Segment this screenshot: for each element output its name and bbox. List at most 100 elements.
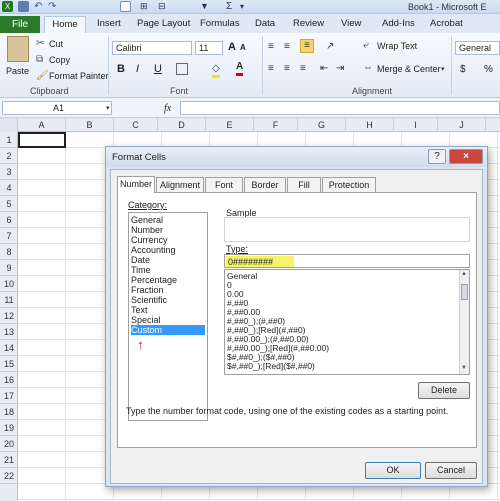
close-button[interactable]: × [449,149,483,164]
row-header[interactable]: 6 [0,212,18,228]
category-item[interactable]: Date [131,255,205,265]
merge-center-icon[interactable]: ⇔ [363,62,373,74]
tab-formulas[interactable]: Formulas [200,18,240,29]
help-button[interactable]: ? [428,149,446,164]
increase-indent-icon[interactable]: ⇥ [336,63,344,75]
tab-alignment[interactable]: Alignment [156,177,204,193]
row-header[interactable]: 22 [0,468,18,484]
column-header[interactable]: G [298,118,346,132]
row-header[interactable]: 7 [0,228,18,244]
cut-icon[interactable]: ✂ [36,38,44,50]
merge-dropdown-icon[interactable]: ▾ [441,64,445,76]
align-left-icon[interactable]: ≡ [268,63,274,75]
wrap-text-button[interactable]: Wrap Text [377,41,417,51]
row-header[interactable]: 13 [0,324,18,340]
scroll-down-icon[interactable]: ▼ [461,365,467,371]
category-item[interactable]: Scientific [131,295,205,305]
category-item[interactable]: Time [131,265,205,275]
tab-file[interactable]: File [0,16,40,33]
qat-form-icon[interactable] [120,1,131,12]
column-header[interactable]: C [114,118,158,132]
bold-button[interactable]: B [117,63,125,75]
autosum-icon[interactable]: Σ [226,1,237,12]
format-list-scrollbar[interactable]: ▲ ▼ [459,270,469,374]
column-header[interactable]: E [206,118,254,132]
category-item[interactable]: Number [131,225,205,235]
dialog-title-bar[interactable]: Format Cells ? × [106,147,487,167]
column-header[interactable]: B [66,118,114,132]
decrease-indent-icon[interactable]: ⇤ [320,63,328,75]
row-header[interactable]: 18 [0,404,18,420]
grow-font-button[interactable]: A [228,41,236,53]
ok-button[interactable]: OK [365,462,421,479]
row-header[interactable]: 9 [0,260,18,276]
row-header[interactable]: 11 [0,292,18,308]
redo-icon[interactable]: ↷ [48,1,59,12]
align-center-icon[interactable]: ≡ [284,63,290,75]
save-icon[interactable] [18,1,29,12]
row-header[interactable]: 16 [0,372,18,388]
fill-color-icon[interactable]: ◇ [212,63,220,78]
row-header[interactable]: 1 [0,132,18,148]
category-item[interactable]: General [131,215,205,225]
paste-icon[interactable] [7,36,29,62]
category-item[interactable]: Currency [131,235,205,245]
orientation-icon[interactable]: ↗ [326,41,334,53]
column-header[interactable]: H [346,118,394,132]
row-header[interactable]: 20 [0,436,18,452]
tab-home[interactable]: Home [44,16,86,34]
select-all-corner[interactable] [0,118,18,132]
column-header[interactable]: J [438,118,486,132]
tab-add-ins[interactable]: Add-Ins [382,18,415,29]
row-header[interactable]: 15 [0,356,18,372]
font-name-box[interactable]: Calibri [112,41,192,55]
qat-insert-icon[interactable]: ⊞ [140,1,151,12]
underline-button[interactable]: U [154,63,162,75]
tab-protection[interactable]: Protection [322,177,376,193]
category-item[interactable]: Text [131,305,205,315]
delete-button[interactable]: Delete [418,382,470,399]
category-item[interactable]: Fraction [131,285,205,295]
number-format-box[interactable]: General [455,41,500,55]
percent-button[interactable]: % [484,64,493,75]
row-header[interactable]: 12 [0,308,18,324]
column-header[interactable]: D [158,118,206,132]
name-box[interactable]: A1 [2,101,112,115]
row-header[interactable]: 10 [0,276,18,292]
category-item[interactable]: Special [131,315,205,325]
currency-button[interactable]: $ [460,64,466,75]
tab-border[interactable]: Border [244,177,286,193]
tab-review[interactable]: Review [293,18,324,29]
insert-function-button[interactable]: fx [164,103,171,114]
category-list[interactable]: General Number Currency Accounting Date … [128,212,208,421]
shrink-font-button[interactable]: A [240,43,246,52]
undo-icon[interactable]: ↶ [34,1,45,12]
tab-font[interactable]: Font [205,177,243,193]
category-item-selected[interactable]: Custom [131,325,205,335]
row-header[interactable]: 17 [0,388,18,404]
column-header[interactable]: A [18,118,66,132]
category-item[interactable]: Percentage [131,275,205,285]
align-right-icon[interactable]: ≡ [300,63,306,75]
borders-icon[interactable] [176,63,188,75]
formula-input[interactable] [180,101,500,115]
format-painter-icon[interactable]: 🖌 [36,70,49,82]
merge-center-button[interactable]: Merge & Center [377,64,441,74]
row-header[interactable]: 8 [0,244,18,260]
customize-qat-icon[interactable]: ▾ [240,1,251,12]
scroll-up-icon[interactable]: ▲ [461,271,467,277]
row-header[interactable]: 19 [0,420,18,436]
qat-sort-icon[interactable]: ▼ [200,1,211,12]
tab-data[interactable]: Data [255,18,275,29]
align-bottom-icon[interactable]: ≡ [300,39,314,53]
tab-view[interactable]: View [341,18,361,29]
scroll-thumb[interactable] [461,284,468,300]
format-code-list[interactable]: General 0 0.00 #,##0 #,##0.00 #,##0_);(#… [224,269,470,375]
copy-icon[interactable]: ⧉ [36,54,43,66]
font-color-icon[interactable]: A [236,61,244,76]
align-middle-icon[interactable]: ≡ [284,41,290,53]
cancel-button[interactable]: Cancel [425,462,477,479]
align-top-icon[interactable]: ≡ [268,41,274,53]
column-header[interactable]: I [394,118,438,132]
row-header[interactable]: 4 [0,180,18,196]
